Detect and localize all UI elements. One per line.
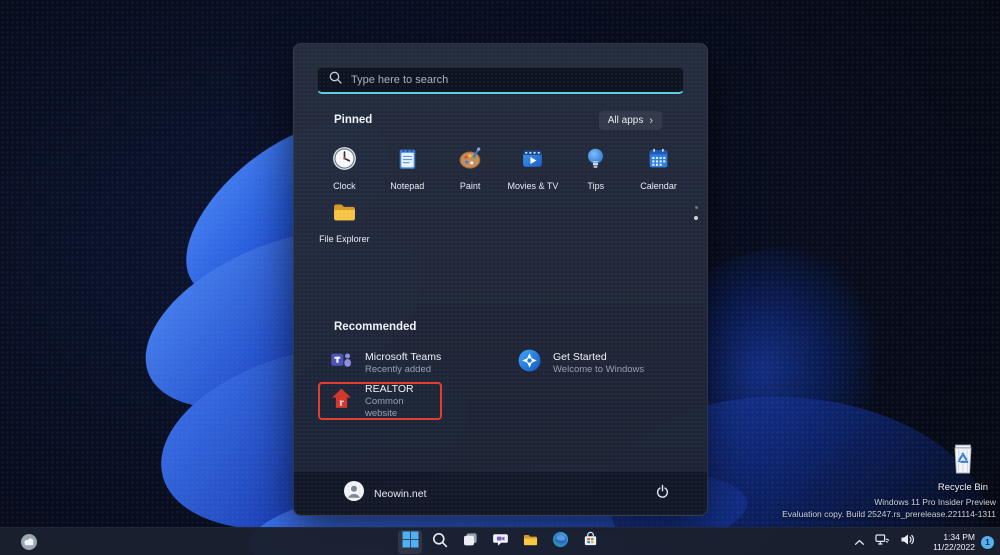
task-view-button[interactable] — [458, 530, 482, 554]
chevron-right-icon: › — [649, 114, 653, 127]
power-button[interactable] — [647, 479, 677, 509]
edge-icon — [552, 531, 569, 553]
taskbar-search-button[interactable] — [428, 530, 452, 554]
chat-icon — [492, 531, 509, 553]
pinned-app-paint[interactable]: Paint — [439, 141, 502, 194]
recommended-item-title: Microsoft Teams — [365, 350, 442, 363]
chat-button[interactable] — [488, 530, 512, 554]
pinned-pagination-dots[interactable] — [694, 206, 698, 220]
store-button[interactable] — [578, 530, 602, 554]
search-placeholder: Type here to search — [351, 74, 449, 86]
recommended-item-subtitle: Welcome to Windows — [553, 363, 645, 375]
page-dot — [694, 206, 698, 209]
recommended-item-subtitle: Recently added — [365, 363, 432, 375]
taskbar-center-icons — [398, 530, 602, 554]
pinned-app-label: File Explorer — [319, 234, 370, 244]
search-input[interactable]: Type here to search — [317, 67, 684, 94]
pinned-section-title: Pinned — [334, 114, 373, 126]
power-icon — [655, 484, 670, 504]
recommended-section-title: Recommended — [334, 321, 417, 333]
desktop: Recycle Bin Windows 11 Pro Insider Previ… — [0, 0, 1000, 555]
recommended-item-title: REALTOR — [365, 382, 414, 395]
pinned-app-movies-tv[interactable]: Movies & TV — [501, 141, 564, 194]
pinned-app-label: Movies & TV — [507, 181, 559, 191]
start-menu-footer: Neowin.net — [294, 471, 707, 515]
user-account-button[interactable]: Neowin.net — [338, 477, 433, 510]
start-menu: Type here to search Pinned All apps › Cl… — [293, 43, 708, 516]
network-button[interactable] — [873, 531, 892, 553]
movies-tv-icon — [519, 145, 546, 177]
all-apps-button[interactable]: All apps › — [598, 111, 662, 130]
store-icon — [582, 531, 599, 553]
pinned-app-label: Clock — [333, 181, 356, 191]
recommended-grid: Microsoft Teams Recently added Get Start — [318, 344, 684, 420]
system-tray: 1:34 PM 11/22/2022 1 — [852, 528, 994, 555]
pinned-app-label: Tips — [587, 181, 605, 191]
recycle-bin-desktop-icon[interactable]: Recycle Bin — [933, 443, 993, 493]
pinned-app-calendar[interactable]: Calendar — [627, 141, 690, 194]
recommended-item-subtitle: Common website — [365, 395, 404, 419]
notepad-icon — [394, 145, 421, 177]
calendar-icon — [645, 145, 672, 177]
taskbar: 1:34 PM 11/22/2022 1 — [0, 527, 1000, 555]
search-icon — [432, 532, 448, 553]
network-icon — [875, 533, 890, 551]
watermark-line-2: Evaluation copy. Build 25247.rs_prerelea… — [782, 508, 996, 519]
tray-chevron-button[interactable] — [852, 531, 867, 553]
realtor-letter: r — [339, 397, 344, 408]
widgets-weather-icon — [20, 534, 38, 555]
all-apps-label: All apps — [607, 115, 644, 126]
windows-start-icon — [402, 531, 419, 553]
notification-badge[interactable]: 1 — [981, 535, 994, 549]
widgets-button[interactable] — [20, 533, 38, 551]
recommended-item-realtor[interactable]: r REALTOR Common website — [318, 382, 442, 420]
recommended-item-get-started[interactable]: Get Started Welcome to Windows — [508, 344, 684, 382]
volume-icon — [900, 533, 915, 551]
pinned-app-notepad[interactable]: Notepad — [376, 141, 439, 194]
tray-date: 11/22/2022 — [933, 542, 975, 552]
paint-icon — [457, 145, 484, 177]
realtor-icon: r — [328, 385, 355, 417]
recycle-bin-label: Recycle Bin — [937, 482, 989, 493]
taskbar-file-explorer-button[interactable] — [518, 530, 542, 554]
task-view-icon — [462, 531, 479, 553]
search-icon — [329, 71, 342, 89]
clock-date-button[interactable]: 1:34 PM 11/22/2022 — [923, 532, 975, 553]
tray-time: 1:34 PM — [943, 531, 975, 542]
get-started-icon — [516, 347, 543, 379]
pinned-app-clock[interactable]: Clock — [313, 141, 376, 194]
volume-button[interactable] — [898, 531, 917, 553]
file-explorer-icon — [522, 531, 539, 553]
edge-button[interactable] — [548, 530, 572, 554]
pinned-app-label: Calendar — [640, 181, 677, 191]
file-explorer-icon — [331, 198, 358, 230]
tips-icon — [582, 145, 609, 177]
clock-icon — [331, 145, 358, 177]
recycle-bin-icon — [948, 444, 978, 479]
insider-watermark: Windows 11 Pro Insider Preview Evaluatio… — [782, 497, 996, 520]
pinned-app-label: Paint — [459, 181, 481, 191]
pinned-app-label: Notepad — [390, 181, 425, 191]
teams-icon — [328, 347, 355, 379]
pinned-app-tips[interactable]: Tips — [564, 141, 627, 194]
page-dot-active — [694, 216, 698, 220]
user-avatar — [344, 481, 364, 506]
pinned-apps-grid: Clock Notepad Paint Movies & TV Tips Cal… — [313, 141, 690, 247]
recommended-item-microsoft-teams[interactable]: Microsoft Teams Recently added — [320, 344, 508, 382]
watermark-line-1: Windows 11 Pro Insider Preview — [874, 497, 996, 507]
start-button[interactable] — [398, 530, 422, 554]
recommended-item-title: Get Started — [553, 350, 607, 363]
pinned-app-file-explorer[interactable]: File Explorer — [313, 194, 376, 247]
chevron-up-icon — [854, 533, 865, 551]
user-name: Neowin.net — [374, 487, 427, 500]
